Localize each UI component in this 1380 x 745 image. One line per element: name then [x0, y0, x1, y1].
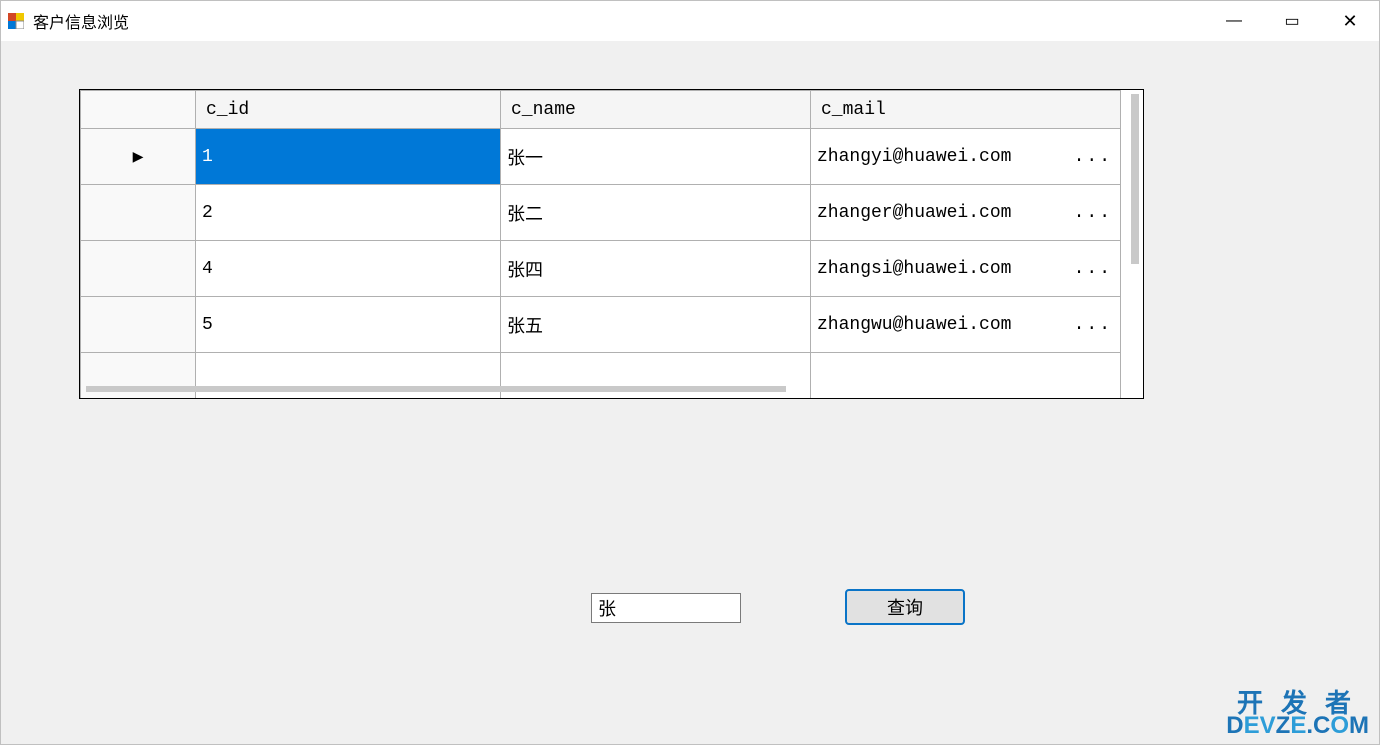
- table-row[interactable]: 2 张二 zhanger@huawei.com...: [81, 185, 1121, 241]
- watermark-line2: DEVZE.COM: [1226, 714, 1369, 738]
- app-icon: [7, 12, 25, 30]
- cell-cmail[interactable]: [811, 353, 1121, 399]
- title-bar[interactable]: 客户信息浏览 — ▭ ✕: [1, 1, 1379, 41]
- cell-cmail-text: zhanger@huawei.com: [817, 203, 1011, 223]
- cell-cmail[interactable]: zhangsi@huawei.com...: [811, 241, 1121, 297]
- vertical-scrollbar[interactable]: [1131, 94, 1139, 264]
- grid-corner[interactable]: [81, 91, 196, 129]
- cell-cmail[interactable]: zhangyi@huawei.com...: [811, 129, 1121, 185]
- watermark: 开发者 DEVZE.COM: [1226, 690, 1369, 738]
- app-window: 客户信息浏览 — ▭ ✕ c_id c_name c_: [0, 0, 1380, 745]
- cell-cmail[interactable]: zhangwu@huawei.com...: [811, 297, 1121, 353]
- ellipsis-icon[interactable]: ...: [1074, 315, 1112, 335]
- table-row[interactable]: 4 张四 zhangsi@huawei.com...: [81, 241, 1121, 297]
- cell-cmail-text: zhangsi@huawei.com: [817, 259, 1011, 279]
- search-input[interactable]: [591, 593, 741, 623]
- cell-cid[interactable]: 1: [196, 129, 501, 185]
- cell-cid[interactable]: 5: [196, 297, 501, 353]
- cell-cname[interactable]: 张二: [501, 185, 811, 241]
- horizontal-scrollbar[interactable]: [86, 386, 786, 392]
- ellipsis-icon[interactable]: ...: [1074, 203, 1112, 223]
- row-pointer-icon: ▶: [133, 146, 144, 168]
- client-area: c_id c_name c_mail ▶ 1 张一 zhangyi@huawei…: [1, 41, 1379, 744]
- cell-cname[interactable]: 张五: [501, 297, 811, 353]
- row-header[interactable]: [81, 185, 196, 241]
- minimize-button[interactable]: —: [1205, 1, 1263, 41]
- cell-cname[interactable]: 张四: [501, 241, 811, 297]
- ellipsis-icon[interactable]: ...: [1074, 147, 1112, 167]
- table-row[interactable]: ▶ 1 张一 zhangyi@huawei.com...: [81, 129, 1121, 185]
- cell-cmail[interactable]: zhanger@huawei.com...: [811, 185, 1121, 241]
- close-button[interactable]: ✕: [1321, 1, 1379, 41]
- window-title: 客户信息浏览: [33, 9, 129, 33]
- row-header[interactable]: ▶: [81, 129, 196, 185]
- window-controls: — ▭ ✕: [1205, 1, 1379, 41]
- col-header-cmail[interactable]: c_mail: [811, 91, 1121, 129]
- cell-cmail-text: zhangwu@huawei.com: [817, 315, 1011, 335]
- cell-cid[interactable]: 4: [196, 241, 501, 297]
- cell-cid[interactable]: 2: [196, 185, 501, 241]
- grid-header-row: c_id c_name c_mail: [81, 91, 1121, 129]
- row-header[interactable]: [81, 297, 196, 353]
- cell-cname[interactable]: 张一: [501, 129, 811, 185]
- data-grid[interactable]: c_id c_name c_mail ▶ 1 张一 zhangyi@huawei…: [79, 89, 1144, 399]
- cell-cmail-text: zhangyi@huawei.com: [817, 147, 1011, 167]
- row-header[interactable]: [81, 241, 196, 297]
- col-header-cname[interactable]: c_name: [501, 91, 811, 129]
- table-row[interactable]: 5 张五 zhangwu@huawei.com...: [81, 297, 1121, 353]
- query-button[interactable]: 查询: [845, 589, 965, 625]
- maximize-button[interactable]: ▭: [1263, 1, 1321, 41]
- ellipsis-icon[interactable]: ...: [1074, 259, 1112, 279]
- grid-scroll[interactable]: c_id c_name c_mail ▶ 1 张一 zhangyi@huawei…: [80, 90, 1143, 398]
- col-header-cid[interactable]: c_id: [196, 91, 501, 129]
- grid-table: c_id c_name c_mail ▶ 1 张一 zhangyi@huawei…: [80, 90, 1121, 398]
